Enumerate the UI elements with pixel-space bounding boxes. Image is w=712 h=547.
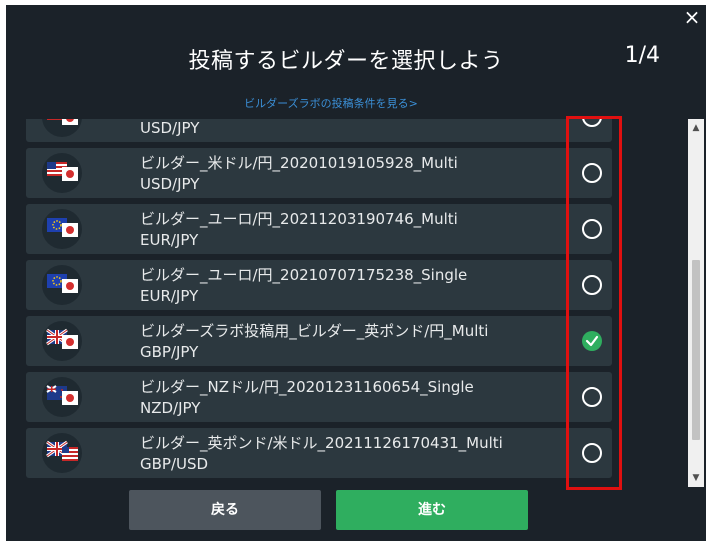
radio-button[interactable] [582,275,602,295]
builder-name: ビルダー_英ポンド/米ドル_20211126170431_Multi [140,434,503,452]
posting-conditions-link[interactable]: ビルダーズラボの投稿条件を見る> [6,95,656,111]
currency-pair: GBP/JPY [140,343,199,361]
builder-select-dialog: × 投稿するビルダーを選択しよう 1/4 ビルダーズラボの投稿条件を見る> US… [6,5,706,541]
radio-button[interactable] [582,443,602,463]
builder-name: ビルダー_NZドル/円_20201231160654_Single [140,378,474,396]
eu-jp-flag-icon [42,265,82,305]
builder-row[interactable]: USD/JPY [26,119,612,142]
nz-jp-flag-icon [42,377,82,417]
builder-row[interactable]: ビルダー_ユーロ/円_20211203190746_Multi EUR/JPY [26,204,612,254]
builder-list-content: USD/JPY ビルダー_米ドル/円_20201019105928_Multi US… [26,119,612,484]
currency-pair: EUR/JPY [140,287,199,305]
currency-pair: USD/JPY [140,175,200,193]
radio-button[interactable] [582,119,602,127]
radio-button[interactable] [582,163,602,183]
builder-name: ビルダーズラボ投稿用_ビルダー_英ポンド/円_Multi [140,322,489,340]
builder-row[interactable]: ビルダー_米ドル/円_20201019105928_Multi USD/JPY [26,148,612,198]
next-button[interactable]: 進む [336,490,528,530]
builder-row[interactable]: ビルダー_ユーロ/円_20210707175238_Single EUR/JPY [26,260,612,310]
builder-name: ビルダー_ユーロ/円_20210707175238_Single [140,266,468,284]
builder-name: ビルダー_ユーロ/円_20211203190746_Multi [140,210,458,228]
builder-name: ビルダー_米ドル/円_20201019105928_Multi [140,154,458,172]
eu-jp-flag-icon [42,209,82,249]
gb-us-flag-icon [42,433,82,473]
scroll-up-arrow-icon[interactable]: ▲ [688,121,704,135]
scrollbar-thumb[interactable] [692,260,700,440]
step-indicator: 1/4 [624,43,660,68]
back-button[interactable]: 戻る [129,490,321,530]
builder-row[interactable]: ビルダーズラボ投稿用_ビルダー_英ポンド/円_Multi GBP/JPY [26,316,612,366]
builder-row[interactable]: ビルダー_英ポンド/米ドル_20211126170431_Multi GBP/US… [26,428,612,478]
gb-jp-flag-icon [42,321,82,361]
currency-pair: EUR/JPY [140,231,199,249]
currency-pair: NZD/JPY [140,399,201,417]
builder-list: USD/JPY ビルダー_米ドル/円_20201019105928_Multi US… [26,119,612,487]
us-jp-flag-icon [42,119,82,137]
radio-button[interactable] [582,387,602,407]
scrollbar[interactable]: ▲ ▼ [688,119,704,487]
currency-pair: GBP/USD [140,455,209,473]
dialog-title: 投稿するビルダーを選択しよう [188,49,504,74]
radio-checked-icon[interactable] [582,331,602,351]
radio-button[interactable] [582,219,602,239]
currency-pair: USD/JPY [140,119,200,137]
close-icon[interactable]: × [682,7,702,27]
scroll-down-arrow-icon[interactable]: ▼ [688,471,704,485]
builder-row[interactable]: ビルダー_NZドル/円_20201231160654_Single NZD/JPY [26,372,612,422]
us-jp-flag-icon [42,153,82,193]
